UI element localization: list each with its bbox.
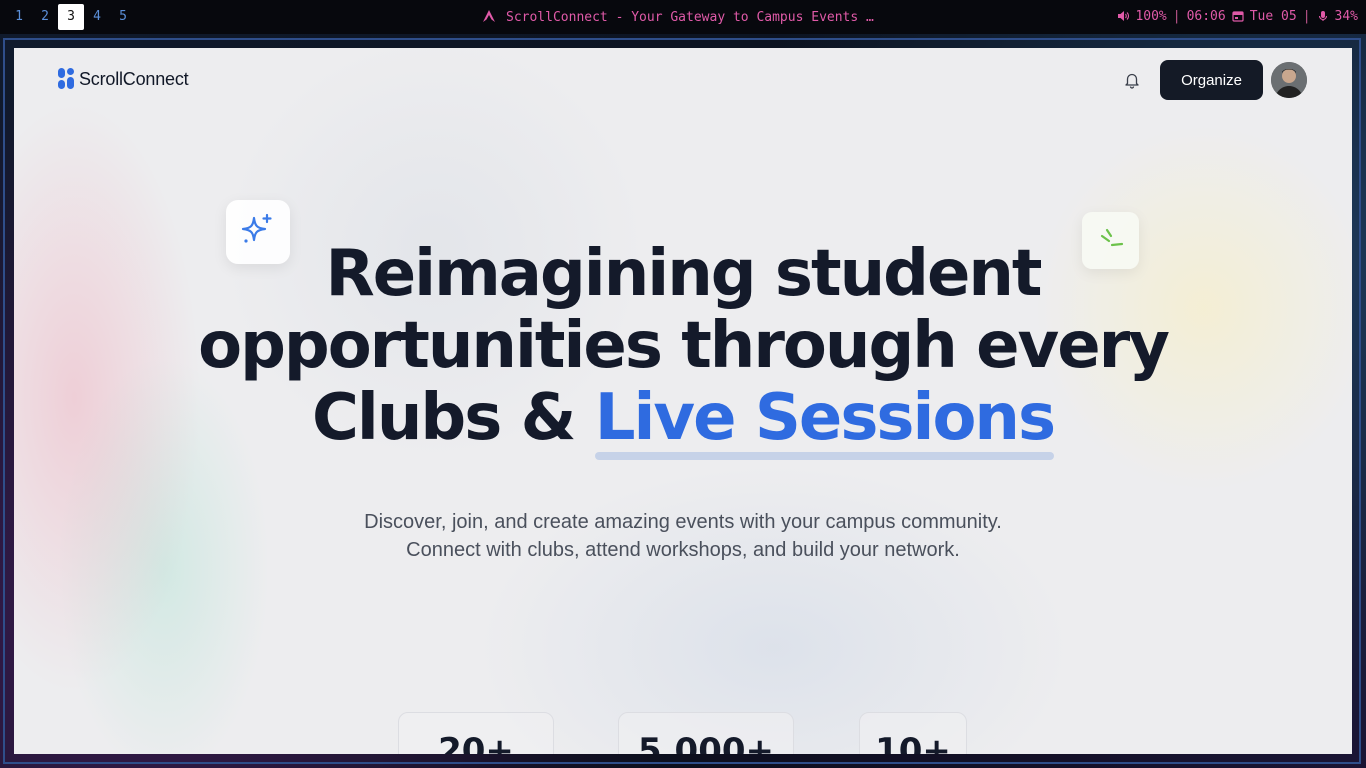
hero-subtitle-line-1: Discover, join, and create amazing event… — [364, 511, 1002, 533]
stat-card: 5,000+ — [618, 712, 794, 754]
hero-subtitle-line-2: Connect with clubs, attend workshops, an… — [406, 539, 960, 561]
hero-heading: Reimagining student opportunities throug… — [14, 237, 1352, 460]
notification-bell-icon[interactable] — [1123, 71, 1141, 89]
status-area: 100% | 06:06 Tue 05 | 34% — [1117, 9, 1358, 24]
stat-value: 5,000+ — [637, 731, 775, 754]
calendar-icon — [1232, 9, 1244, 24]
workspace-5[interactable]: 5 — [110, 4, 136, 30]
brand-name: ScrollConnect — [79, 68, 189, 89]
workspace-4[interactable]: 4 — [84, 4, 110, 30]
hero-heading-accent: Live Sessions — [594, 381, 1056, 460]
hero-subtitle: Discover, join, and create amazing event… — [14, 508, 1352, 564]
stat-card: 10+ — [859, 712, 967, 754]
volume-icon — [1117, 9, 1130, 24]
organize-button[interactable]: Organize — [1160, 60, 1263, 100]
hero-heading-line-1: Reimagining student — [325, 237, 1042, 311]
system-top-bar: 1 2 3 4 5 ScrollConnect - Your Gateway t… — [0, 0, 1366, 34]
volume-value: 100% — [1135, 9, 1167, 24]
microphone-icon — [1317, 9, 1329, 24]
stat-value: 10+ — [875, 731, 951, 754]
user-avatar[interactable] — [1271, 62, 1307, 98]
status-separator: | — [1172, 9, 1181, 24]
hero-heading-prefix: Clubs & — [311, 381, 576, 455]
window-title-text: ScrollConnect - Your Gateway to Campus E… — [506, 10, 874, 25]
web-page: ScrollConnect Organize Reimagining stude… — [14, 48, 1352, 754]
hero-heading-line-3: Clubs & Live Sessions — [14, 381, 1352, 460]
hero-heading-line-2: opportunities through every — [198, 309, 1170, 383]
date-text: Tue 05 — [1249, 9, 1297, 24]
workspace-list: 1 2 3 4 5 — [6, 4, 136, 30]
clock-time: 06:06 — [1186, 9, 1226, 24]
mic-value: 34% — [1334, 9, 1358, 24]
stat-card: 20+ — [398, 712, 554, 754]
stat-value: 20+ — [438, 731, 514, 754]
brand-logo[interactable]: ScrollConnect — [58, 68, 189, 90]
arch-logo-icon — [482, 9, 496, 27]
workspace-3-active[interactable]: 3 — [58, 4, 84, 30]
workspace-1[interactable]: 1 — [6, 4, 32, 30]
focused-window-title: ScrollConnect - Your Gateway to Campus E… — [482, 9, 874, 27]
workspace-2[interactable]: 2 — [32, 4, 58, 30]
status-separator: | — [1302, 9, 1311, 24]
logo-icon — [58, 68, 75, 90]
